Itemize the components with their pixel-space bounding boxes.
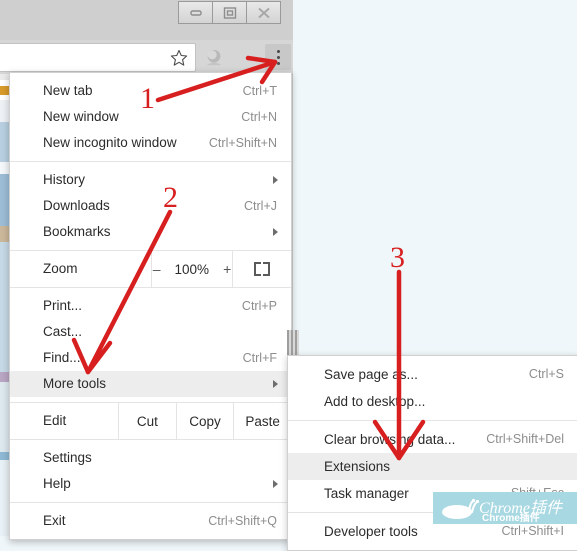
menu-item-bookmarks[interactable]: Bookmarks bbox=[10, 219, 291, 245]
menu-item-save-page-as[interactable]: Save page as... Ctrl+S bbox=[288, 361, 577, 388]
more-tools-menu-item[interactable]: More tools bbox=[10, 371, 291, 397]
menu-group-tools: Print... Ctrl+P Cast... Find... Ctrl+F M… bbox=[10, 293, 291, 397]
menu-item-cast[interactable]: Cast... bbox=[10, 319, 291, 345]
menu-item-print[interactable]: Print... Ctrl+P bbox=[10, 293, 291, 319]
menu-item-shortcut: Ctrl+S bbox=[528, 367, 564, 381]
zoom-label: Zoom bbox=[43, 261, 78, 276]
menu-item-downloads[interactable]: Downloads Ctrl+J bbox=[10, 193, 291, 219]
menu-item-shortcut: Ctrl+P bbox=[241, 299, 277, 313]
watermark-overlay: Chrome插件 Chrome插件 bbox=[433, 492, 577, 524]
menu-item-shortcut: Ctrl+Shift+Del bbox=[486, 432, 564, 446]
menu-row-edit: Edit Cut Copy Paste bbox=[10, 402, 291, 440]
chevron-right-icon bbox=[273, 380, 278, 388]
menu-item-settings[interactable]: Settings bbox=[10, 445, 291, 471]
bookmark-star-icon[interactable] bbox=[170, 49, 188, 67]
menu-item-shortcut: Ctrl+J bbox=[244, 199, 277, 213]
menu-item-shortcut: Ctrl+T bbox=[242, 84, 277, 98]
menu-dot bbox=[276, 49, 280, 53]
menu-item-shortcut: Ctrl+Shift+Q bbox=[208, 514, 277, 528]
menu-dot bbox=[276, 55, 280, 59]
menu-item-label: Downloads bbox=[43, 198, 110, 213]
menu-item-label: Help bbox=[43, 476, 71, 491]
menu-dot bbox=[276, 61, 280, 65]
menu-item-label: New tab bbox=[43, 83, 93, 98]
menu-item-label: Cast... bbox=[43, 324, 83, 339]
close-icon bbox=[257, 7, 270, 18]
menu-item-label: Clear browsing data... bbox=[324, 432, 456, 447]
menu-item-new-incognito-window[interactable]: New incognito window Ctrl+Shift+N bbox=[10, 130, 291, 156]
menu-item-new-tab[interactable]: New tab Ctrl+T bbox=[10, 78, 291, 104]
close-button[interactable] bbox=[247, 1, 281, 24]
menu-item-find[interactable]: Find... Ctrl+F bbox=[10, 345, 291, 371]
menu-group-new: New tab Ctrl+T New window Ctrl+N New inc… bbox=[10, 73, 291, 156]
chevron-right-icon bbox=[273, 176, 278, 184]
annotation-number-3: 3 bbox=[390, 241, 405, 274]
maximize-icon bbox=[223, 6, 236, 19]
title-bar bbox=[0, 0, 293, 25]
edit-label: Edit bbox=[43, 413, 67, 428]
menu-item-label: Developer tools bbox=[324, 524, 418, 539]
three-dot-menu-button[interactable] bbox=[265, 44, 291, 70]
browser-toolbar bbox=[0, 40, 293, 75]
menu-item-label: More tools bbox=[43, 376, 107, 391]
menu-item-clear-browsing-data[interactable]: Clear browsing data... Ctrl+Shift+Del bbox=[288, 426, 577, 453]
zoom-level-value: 100% bbox=[174, 261, 210, 277]
zoom-out-button[interactable]: – bbox=[153, 261, 161, 277]
menu-item-label: Task manager bbox=[324, 486, 409, 501]
fullscreen-button[interactable] bbox=[232, 251, 291, 287]
menu-item-label: Exit bbox=[43, 513, 66, 528]
menu-item-label: Find... bbox=[43, 350, 81, 365]
menu-item-shortcut: Ctrl+F bbox=[242, 351, 277, 365]
menu-item-shortcut: Ctrl+Shift+N bbox=[208, 136, 277, 150]
extensions-menu-item[interactable]: Extensions bbox=[288, 453, 577, 480]
menu-separator bbox=[10, 161, 291, 162]
menu-group-settings: Settings Help bbox=[10, 445, 291, 497]
menu-item-label: Bookmarks bbox=[43, 224, 111, 239]
page-scrollbar[interactable] bbox=[287, 330, 299, 356]
menu-item-label: New incognito window bbox=[43, 135, 177, 150]
chrome-main-menu: New tab Ctrl+T New window Ctrl+N New inc… bbox=[9, 72, 292, 540]
menu-group-browsing: History Downloads Ctrl+J Bookmarks bbox=[10, 167, 291, 245]
zoom-in-button[interactable]: + bbox=[223, 261, 231, 277]
chevron-right-icon bbox=[273, 228, 278, 236]
submenu-separator bbox=[288, 420, 577, 421]
menu-item-help[interactable]: Help bbox=[10, 471, 291, 497]
menu-item-label: History bbox=[43, 172, 86, 187]
cut-button[interactable]: Cut bbox=[118, 403, 176, 439]
menu-item-label: Extensions bbox=[324, 459, 391, 474]
window-controls bbox=[178, 1, 281, 24]
paste-button[interactable]: Paste bbox=[233, 403, 291, 439]
menu-row-zoom: Zoom – 100% + bbox=[10, 250, 291, 288]
profile-avatar-icon[interactable] bbox=[203, 48, 225, 68]
menu-item-shortcut: Ctrl+N bbox=[241, 110, 277, 124]
maximize-button[interactable] bbox=[213, 1, 247, 24]
copy-button[interactable]: Copy bbox=[175, 403, 234, 439]
zoom-controls: – 100% + bbox=[151, 251, 232, 287]
submenu-group-save: Save page as... Ctrl+S Add to desktop... bbox=[288, 356, 577, 415]
menu-item-history[interactable]: History bbox=[10, 167, 291, 193]
fullscreen-icon bbox=[254, 262, 270, 276]
watermark-subtext: Chrome插件 bbox=[482, 513, 540, 524]
menu-item-add-to-desktop[interactable]: Add to desktop... bbox=[288, 388, 577, 415]
menu-item-label: Settings bbox=[43, 450, 92, 465]
menu-separator bbox=[10, 502, 291, 503]
menu-item-new-window[interactable]: New window Ctrl+N bbox=[10, 104, 291, 130]
minimize-icon bbox=[189, 9, 202, 16]
minimize-button[interactable] bbox=[178, 1, 213, 24]
menu-item-exit[interactable]: Exit Ctrl+Shift+Q bbox=[10, 508, 291, 534]
chevron-right-icon bbox=[273, 480, 278, 488]
menu-item-label: New window bbox=[43, 109, 119, 124]
menu-item-label: Save page as... bbox=[324, 367, 418, 382]
address-bar-input[interactable] bbox=[0, 43, 196, 72]
tab-strip bbox=[0, 25, 293, 40]
menu-item-label: Add to desktop... bbox=[324, 394, 426, 409]
menu-item-label: Print... bbox=[43, 298, 83, 313]
menu-group-exit: Exit Ctrl+Shift+Q bbox=[10, 508, 291, 539]
snail-icon bbox=[442, 498, 480, 519]
